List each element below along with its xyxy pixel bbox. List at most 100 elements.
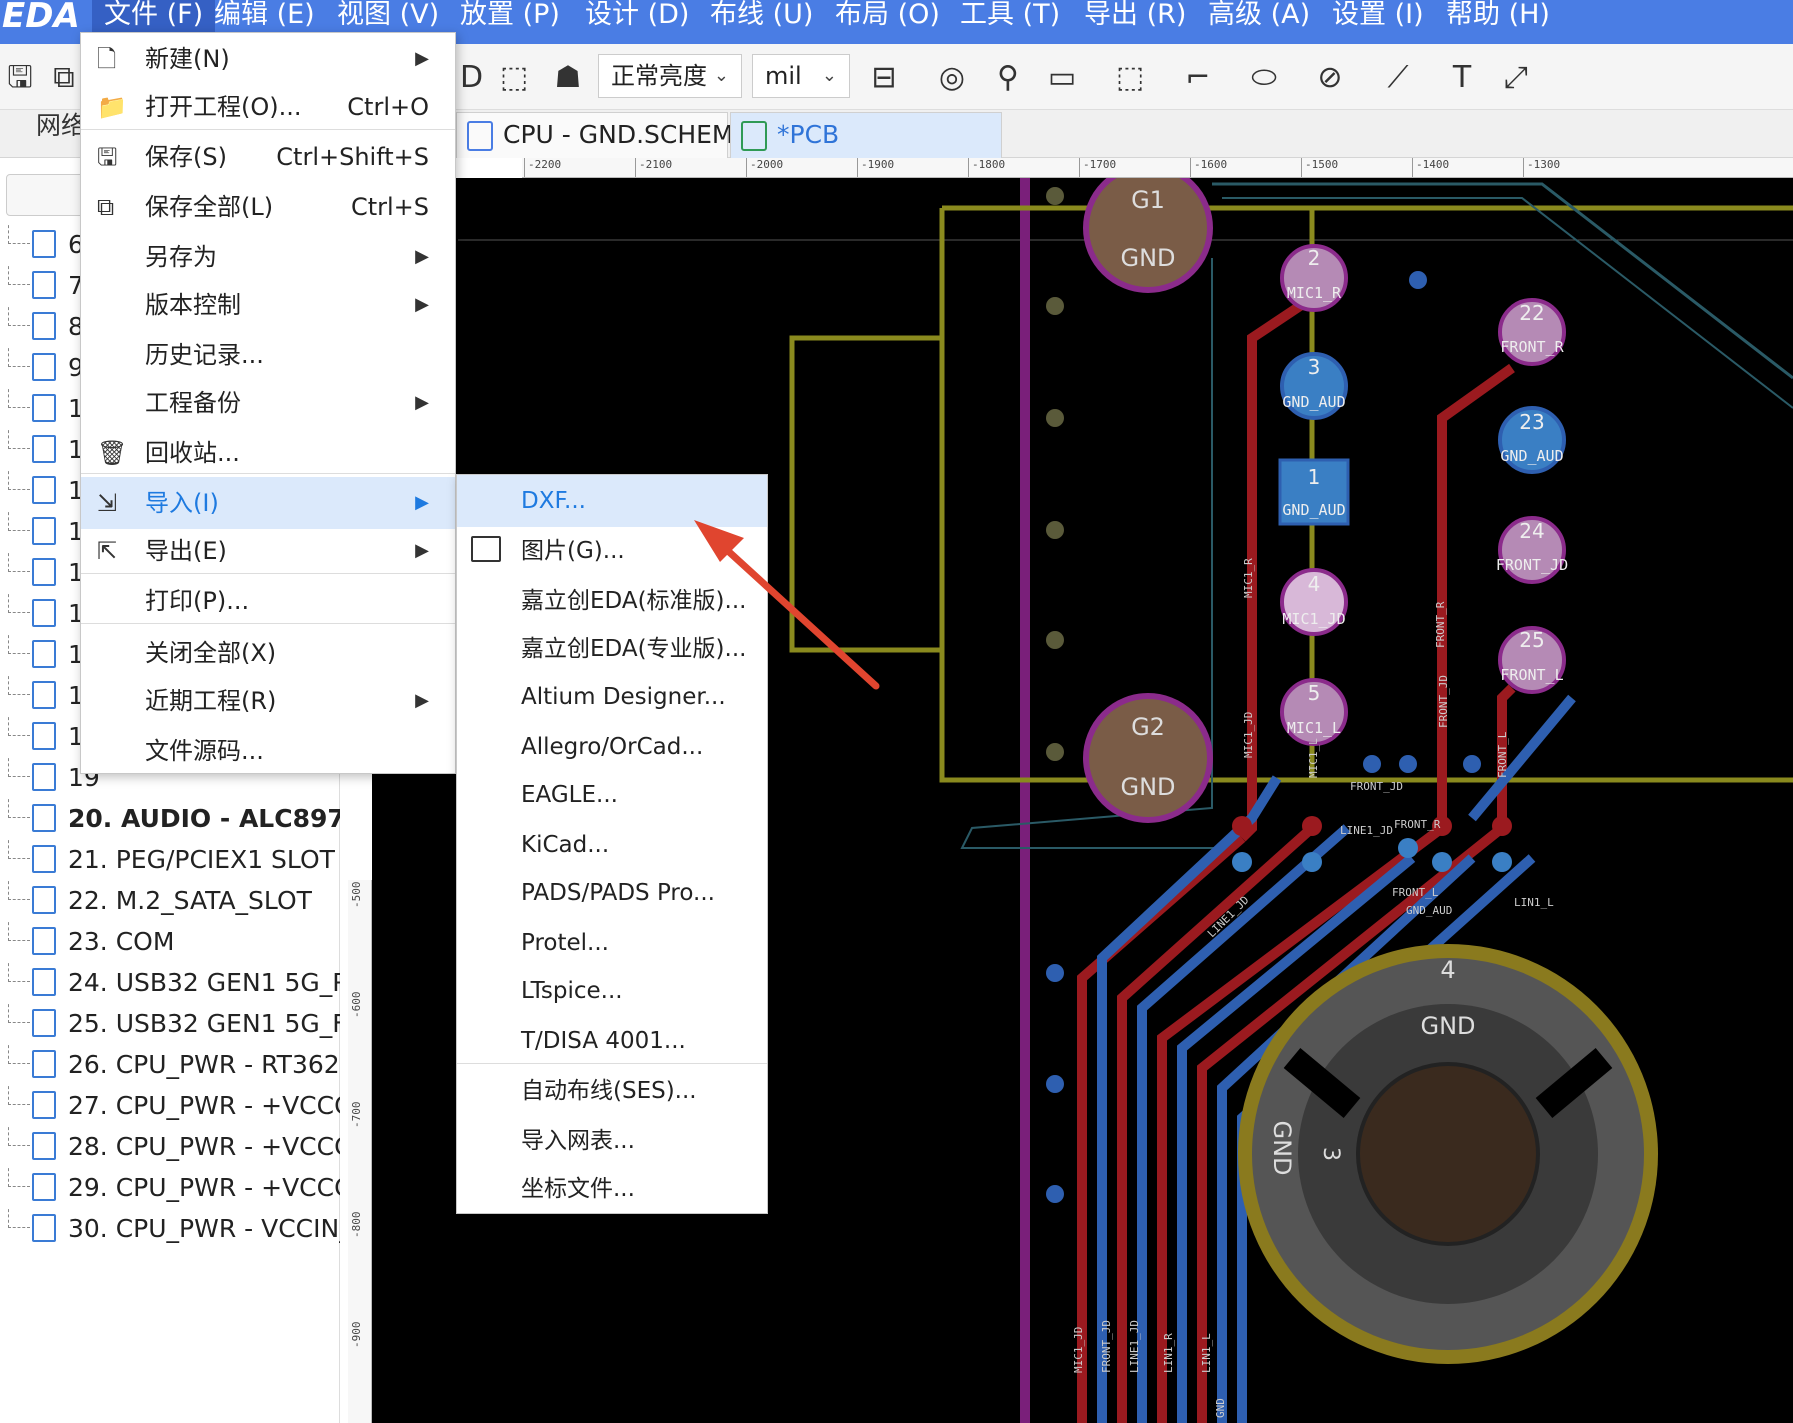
brightness-select[interactable]: 正常亮度 ⌄ — [598, 54, 742, 98]
import-submenu-item[interactable]: KiCad... — [457, 819, 767, 871]
file-menu-item[interactable]: 打印(P)... — [81, 575, 455, 627]
file-menu-item[interactable]: ⧉ 保存全部(L) Ctrl+S — [81, 181, 455, 233]
file-menu-item[interactable]: 历史记录... — [81, 329, 455, 381]
pad-g2[interactable]: G2 GND — [1083, 693, 1213, 823]
file-menu-item[interactable]: 文件源码... — [81, 725, 455, 777]
svg-text:GND_AUD: GND_AUD — [1406, 904, 1452, 917]
save-icon[interactable]: 🖫 — [0, 58, 40, 98]
import-submenu-item[interactable]: LTspice... — [457, 965, 767, 1017]
tree-item[interactable]: 26. CPU_PWR - RT3628 — [0, 1044, 340, 1084]
import-submenu-item[interactable]: DXF... — [457, 475, 767, 527]
pad-4[interactable]: 4 MIC1_JD — [1280, 568, 1348, 636]
tree-item[interactable]: 27. CPU_PWR - +VCCC( — [0, 1085, 340, 1125]
line-icon[interactable]: ⟋ — [1378, 58, 1418, 98]
rect-icon[interactable]: ▭ — [1042, 58, 1082, 98]
toolbar-partial-icon[interactable]: D — [460, 58, 483, 98]
ellipse-icon[interactable]: ⬭ — [1244, 58, 1284, 98]
import-submenu-label: PADS/PADS Pro... — [521, 880, 715, 906]
file-menu-item[interactable]: 📁 打开工程(O)... Ctrl+O — [81, 81, 455, 133]
file-menu-item[interactable]: 🗑 回收站... — [81, 427, 455, 479]
menu-layout[interactable]: 布局 (O) — [835, 0, 940, 38]
tree-item[interactable]: 24. USB32 GEN1 5G_RE — [0, 962, 340, 1002]
polygon-icon[interactable]: ⌐ — [1178, 58, 1218, 98]
file-menu-item[interactable]: 🖫 保存(S) Ctrl+Shift+S — [81, 131, 455, 183]
tab-schematic[interactable]: CPU - GND.SCHEM... — [456, 112, 757, 158]
menu-route[interactable]: 布线 (U) — [710, 0, 813, 38]
panel-tab-net[interactable]: 网络 — [36, 106, 86, 142]
file-menu-item[interactable]: 工程备份 ▶ — [81, 377, 455, 429]
import-submenu-item[interactable]: T/DISA 4001... — [457, 1015, 767, 1067]
text-icon[interactable]: T — [1442, 58, 1482, 98]
pad-2[interactable]: 2 MIC1_R — [1280, 244, 1348, 312]
file-menu-item[interactable]: 近期工程(R) ▶ — [81, 675, 455, 727]
region-icon[interactable]: ⬚ — [1110, 58, 1150, 98]
no-sign-icon[interactable]: ⊘ — [1310, 58, 1350, 98]
tree-item[interactable]: 25. USB32 GEN1 5G_FR — [0, 1003, 340, 1043]
import-submenu-item[interactable]: 嘉立创EDA(标准版)... — [457, 575, 767, 627]
document-icon — [32, 435, 56, 463]
ruler-label: -2000 — [750, 158, 784, 171]
ruler-icon[interactable]: ⊟ — [864, 58, 904, 98]
menu-help[interactable]: 帮助 (H) — [1446, 0, 1550, 38]
menu-place[interactable]: 放置 (P) — [460, 0, 560, 38]
pad-big-gnd[interactable]: 4 GND GND 3 — [1238, 944, 1658, 1364]
import-submenu-item[interactable]: 自动布线(SES)... — [457, 1065, 767, 1117]
pad-3[interactable]: 3 GND_AUD — [1280, 352, 1348, 420]
import-submenu-item[interactable]: PADS/PADS Pro... — [457, 867, 767, 919]
tree-vline — [8, 1003, 9, 1023]
tree-item[interactable]: 30. CPU_PWR - VCCIN_ — [0, 1208, 340, 1248]
file-menu-item[interactable]: 另存为 ▶ — [81, 231, 455, 283]
menu-advanced[interactable]: 高级 (A) — [1208, 0, 1310, 38]
pad-5[interactable]: 5 MIC1_L — [1280, 678, 1348, 746]
pad-icon[interactable]: ◎ — [932, 58, 972, 98]
import-submenu-item[interactable]: 图片(G)... — [457, 525, 767, 577]
file-menu-item[interactable]: 🗋 新建(N) ▶ — [81, 33, 455, 85]
file-menu-item[interactable]: 关闭全部(X) — [81, 627, 455, 679]
pad-25[interactable]: 25 FRONT_L — [1498, 626, 1566, 694]
tree-item[interactable]: 22. M.2_SATA_SLOT — [0, 880, 340, 920]
shortcut-label: Ctrl+O — [347, 93, 429, 121]
shortcut-label: Ctrl+S — [350, 193, 429, 221]
file-menu-item[interactable]: ⇱ 导出(E) ▶ — [81, 525, 455, 577]
tree-item[interactable]: 20. AUDIO - ALC897_3 — [0, 798, 340, 838]
tree-vline — [8, 429, 9, 449]
unit-select[interactable]: mil ⌄ — [752, 54, 850, 98]
ruler-tick — [524, 158, 525, 177]
pad-22[interactable]: 22 FRONT_R — [1498, 298, 1566, 366]
menu-design[interactable]: 设计 (D) — [585, 0, 689, 38]
pad-1[interactable]: 1 GND_AUD — [1278, 458, 1350, 526]
file-menu-item[interactable]: 版本控制 ▶ — [81, 279, 455, 331]
tree-item[interactable]: 28. CPU_PWR - +VCCC( — [0, 1126, 340, 1166]
save-all-icon[interactable]: ⧉ — [44, 58, 84, 98]
ruler-tick — [1412, 158, 1413, 177]
chevron-right-icon: ▶ — [415, 392, 429, 413]
import-submenu-item[interactable]: Protel... — [457, 917, 767, 969]
file-menu-item[interactable]: ⇲ 导入(I) ▶ — [81, 477, 455, 529]
document-icon — [32, 230, 56, 258]
svg-text:FRONT_L: FRONT_L — [1392, 886, 1439, 899]
tree-item[interactable]: 21. PEG/PCIEX1 SLOT — [0, 839, 340, 879]
select-region-icon[interactable]: ⬚ — [494, 58, 534, 98]
import-submenu-item[interactable]: 导入网表... — [457, 1115, 767, 1167]
ruler-label: -1800 — [972, 158, 1006, 171]
tree-item[interactable]: 23. COM — [0, 921, 340, 961]
import-submenu-item[interactable]: Allegro/OrCad... — [457, 721, 767, 773]
import-submenu-item[interactable]: 坐标文件... — [457, 1163, 767, 1215]
image-icon — [471, 536, 501, 562]
document-icon — [32, 722, 56, 750]
ruler-label: -800 — [350, 1211, 363, 1239]
pad-24[interactable]: 24 FRONT_JD — [1496, 516, 1568, 584]
tree-item[interactable]: 29. CPU_PWR - +VCCC( — [0, 1167, 340, 1207]
menu-export[interactable]: 导出 (R) — [1084, 0, 1186, 38]
pad-g1[interactable]: G1 GND — [1083, 178, 1213, 293]
import-submenu-item[interactable]: EAGLE... — [457, 769, 767, 821]
import-submenu-item[interactable]: 嘉立创EDA(专业版)... — [457, 623, 767, 675]
menu-settings[interactable]: 设置 (I) — [1332, 0, 1424, 38]
menu-tools[interactable]: 工具 (T) — [960, 0, 1060, 38]
brightness-icon[interactable]: ☗ — [548, 58, 588, 98]
via-icon[interactable]: ⚲ — [988, 58, 1028, 98]
tab-pcb[interactable]: *PCB — [730, 112, 1002, 158]
dimension-icon[interactable]: ⤢ — [1496, 58, 1536, 98]
import-submenu-item[interactable]: Altium Designer... — [457, 671, 767, 723]
pad-23[interactable]: 23 GND_AUD — [1498, 406, 1566, 474]
